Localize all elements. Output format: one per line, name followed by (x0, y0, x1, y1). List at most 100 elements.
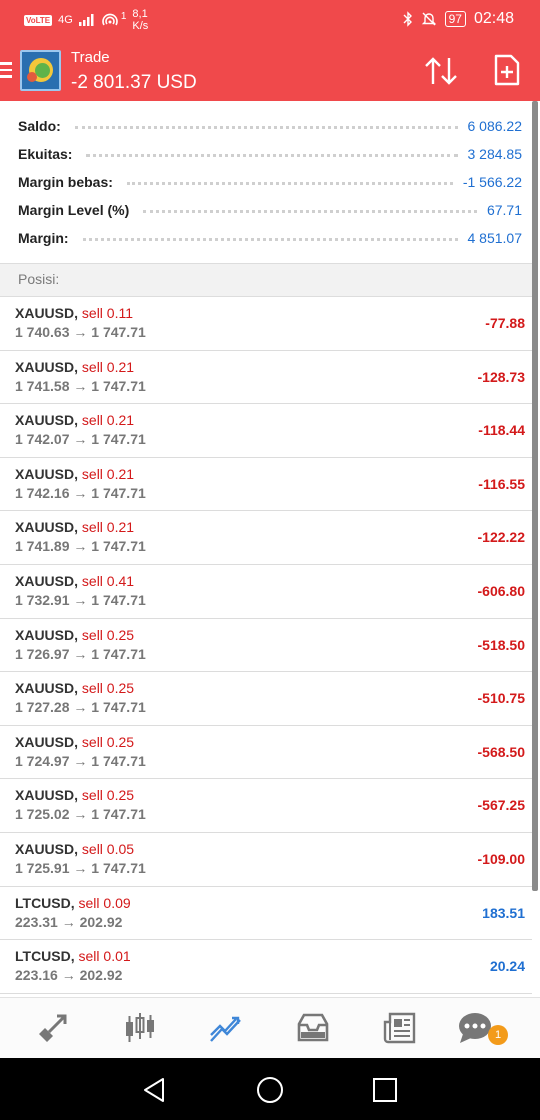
position-row[interactable]: XAUUSD, sell 0.25 1 724.97 → 1 747.71 -568… (0, 726, 532, 780)
position-symbol: XAUUSD, sell 0.21 (15, 358, 135, 375)
position-profit: -518.50 (477, 636, 525, 653)
position-profit: -116.55 (478, 475, 525, 492)
position-profit: -567.25 (477, 797, 525, 814)
position-side: sell 0.21 (81, 465, 135, 482)
position-symbol: XAUUSD, sell 0.41 (15, 572, 135, 589)
position-prices: 1 726.97 → 1 747.71 (15, 645, 146, 662)
position-symbol: XAUUSD, sell 0.05 (15, 840, 135, 857)
position-side: sell 0.05 (81, 840, 135, 857)
position-symbol: XAUUSD, sell 0.25 (15, 787, 135, 804)
position-row[interactable]: LTCUSD, sell 0.09 223.31 → 202.92 183.51 (0, 887, 532, 941)
clock: 02:48 (473, 10, 514, 27)
hotspot-icon (102, 13, 118, 26)
position-side: sell 0.25 (81, 626, 135, 643)
position-side: sell 0.41 (81, 572, 135, 589)
summary-row-free-margin: Margin bebas: -1 566.22 (18, 174, 522, 190)
history-icon[interactable] (295, 1010, 331, 1046)
signal-icon (78, 14, 94, 26)
battery-indicator: 97 (444, 11, 466, 27)
position-row[interactable]: XAUUSD, sell 0.11 1 740.63 → 1 747.71 -77.… (0, 297, 532, 351)
position-side: sell 0.21 (81, 358, 135, 375)
position-symbol: LTCUSD, sell 0.09 (15, 894, 131, 911)
position-profit: -109.00 (477, 850, 525, 867)
new-order-icon[interactable] (493, 54, 521, 86)
sort-icon[interactable] (423, 56, 459, 86)
toolbar: Trade -2 801.37 USD (0, 42, 540, 101)
messages-icon[interactable] (457, 1010, 493, 1046)
position-profit: 20.24 (489, 958, 525, 975)
summary-row-equity: Ekuitas: 3 284.85 (18, 146, 522, 162)
back-icon[interactable] (141, 1076, 169, 1104)
summary-row-balance: Saldo: 6 086.22 (18, 118, 522, 134)
position-row[interactable]: XAUUSD, sell 0.25 1 727.28 → 1 747.71 -510… (0, 672, 532, 726)
position-prices: 1 742.16 → 1 747.71 (15, 484, 146, 501)
position-row[interactable]: XAUUSD, sell 0.25 1 725.02 → 1 747.71 -567… (0, 779, 532, 833)
mute-icon (421, 12, 436, 26)
position-symbol: XAUUSD, sell 0.25 (15, 680, 135, 697)
bottom-tab-bar: 1 (0, 997, 540, 1058)
position-prices: 1 727.28 → 1 747.71 (15, 699, 146, 716)
trade-icon[interactable] (208, 1010, 244, 1046)
floating-profit: -2 801.37 USD (71, 72, 197, 93)
position-row[interactable]: XAUUSD, sell 0.05 1 725.91 → 1 747.71 -109… (0, 833, 532, 887)
position-side: sell 0.25 (81, 680, 135, 697)
position-row[interactable]: XAUUSD, sell 0.21 1 742.16 → 1 747.71 -116… (0, 458, 532, 512)
position-symbol: XAUUSD, sell 0.25 (15, 733, 135, 750)
position-profit: -77.88 (485, 315, 525, 331)
scrollbar[interactable] (532, 101, 538, 891)
position-prices: 1 725.91 → 1 747.71 (15, 859, 146, 876)
position-side: sell 0.21 (81, 412, 135, 429)
hotspot-count: 1 (120, 10, 127, 22)
position-symbol: XAUUSD, sell 0.21 (15, 519, 135, 536)
news-icon[interactable] (382, 1010, 418, 1046)
position-symbol: XAUUSD, sell 0.25 (15, 626, 135, 643)
position-prices: 1 742.07 → 1 747.71 (15, 431, 146, 448)
position-side: sell 0.09 (78, 894, 131, 911)
position-profit: -122.22 (477, 529, 525, 546)
position-side: sell 0.25 (81, 733, 135, 750)
position-symbol: XAUUSD, sell 0.21 (15, 412, 135, 429)
app-header: VoLTE 4G 1 8,1 K/s 97 02:48 Trade -2 801… (0, 0, 540, 101)
position-row[interactable]: XAUUSD, sell 0.25 1 726.97 → 1 747.71 -518… (0, 619, 532, 673)
position-row[interactable]: XAUUSD, sell 0.21 1 741.89 → 1 747.71 -122… (0, 511, 532, 565)
chart-icon[interactable] (122, 1010, 158, 1046)
position-profit: -118.44 (478, 422, 525, 439)
positions-list: XAUUSD, sell 0.11 1 740.63 → 1 747.71 -77.… (0, 297, 532, 997)
position-row[interactable]: XAUUSD, sell 0.21 1 742.07 → 1 747.71 -118… (0, 404, 532, 458)
position-prices: 1 725.02 → 1 747.71 (15, 806, 146, 823)
position-prices: 1 740.63 → 1 747.71 (15, 324, 146, 340)
position-profit: -510.75 (477, 690, 525, 707)
position-side: sell 0.01 (78, 948, 131, 965)
position-row[interactable]: XAUUSD, sell 0.41 1 732.91 → 1 747.71 -606… (0, 565, 532, 619)
network-type: 4G (58, 14, 73, 26)
position-row[interactable]: XAUUSD, sell 0.21 1 741.58 → 1 747.71 -128… (0, 351, 532, 405)
position-prices: 1 732.91 → 1 747.71 (15, 591, 146, 608)
menu-icon[interactable] (0, 62, 12, 78)
net-speed: 8,1 K/s (132, 8, 149, 32)
home-icon[interactable] (256, 1076, 284, 1104)
position-symbol: LTCUSD, sell 0.01 (15, 948, 131, 965)
recents-icon[interactable] (371, 1076, 399, 1104)
position-side: sell 0.21 (81, 519, 135, 536)
account-summary: Saldo: 6 086.22 Ekuitas: 3 284.85 Margin b… (0, 101, 532, 264)
quotes-icon[interactable] (35, 1010, 71, 1046)
bluetooth-icon (403, 11, 412, 27)
volte-badge: VoLTE (24, 14, 53, 26)
summary-row-margin-level: Margin Level (%) 67.71 (18, 202, 522, 218)
position-prices: 1 741.58 → 1 747.71 (15, 377, 146, 394)
position-prices: 1 724.97 → 1 747.71 (15, 752, 146, 769)
messages-badge: 1 (488, 1025, 508, 1045)
summary-row-margin: Margin: 4 851.07 (18, 230, 522, 246)
position-profit: -606.80 (477, 582, 525, 599)
position-side: sell 0.11 (81, 305, 134, 321)
app-logo (20, 50, 61, 91)
position-symbol: XAUUSD, sell 0.11 (15, 305, 134, 321)
position-profit: -568.50 (477, 743, 525, 760)
position-symbol: XAUUSD, sell 0.21 (15, 465, 135, 482)
position-prices: 223.16 → 202.92 (15, 967, 123, 984)
position-prices: 223.31 → 202.92 (15, 913, 123, 930)
position-row[interactable]: LTCUSD, sell 0.01 223.16 → 202.92 20.24 (0, 940, 532, 994)
page-title: Trade (71, 49, 110, 66)
status-bar: VoLTE 4G 1 8,1 K/s 97 02:48 (0, 0, 540, 40)
position-profit: -128.73 (477, 368, 525, 385)
